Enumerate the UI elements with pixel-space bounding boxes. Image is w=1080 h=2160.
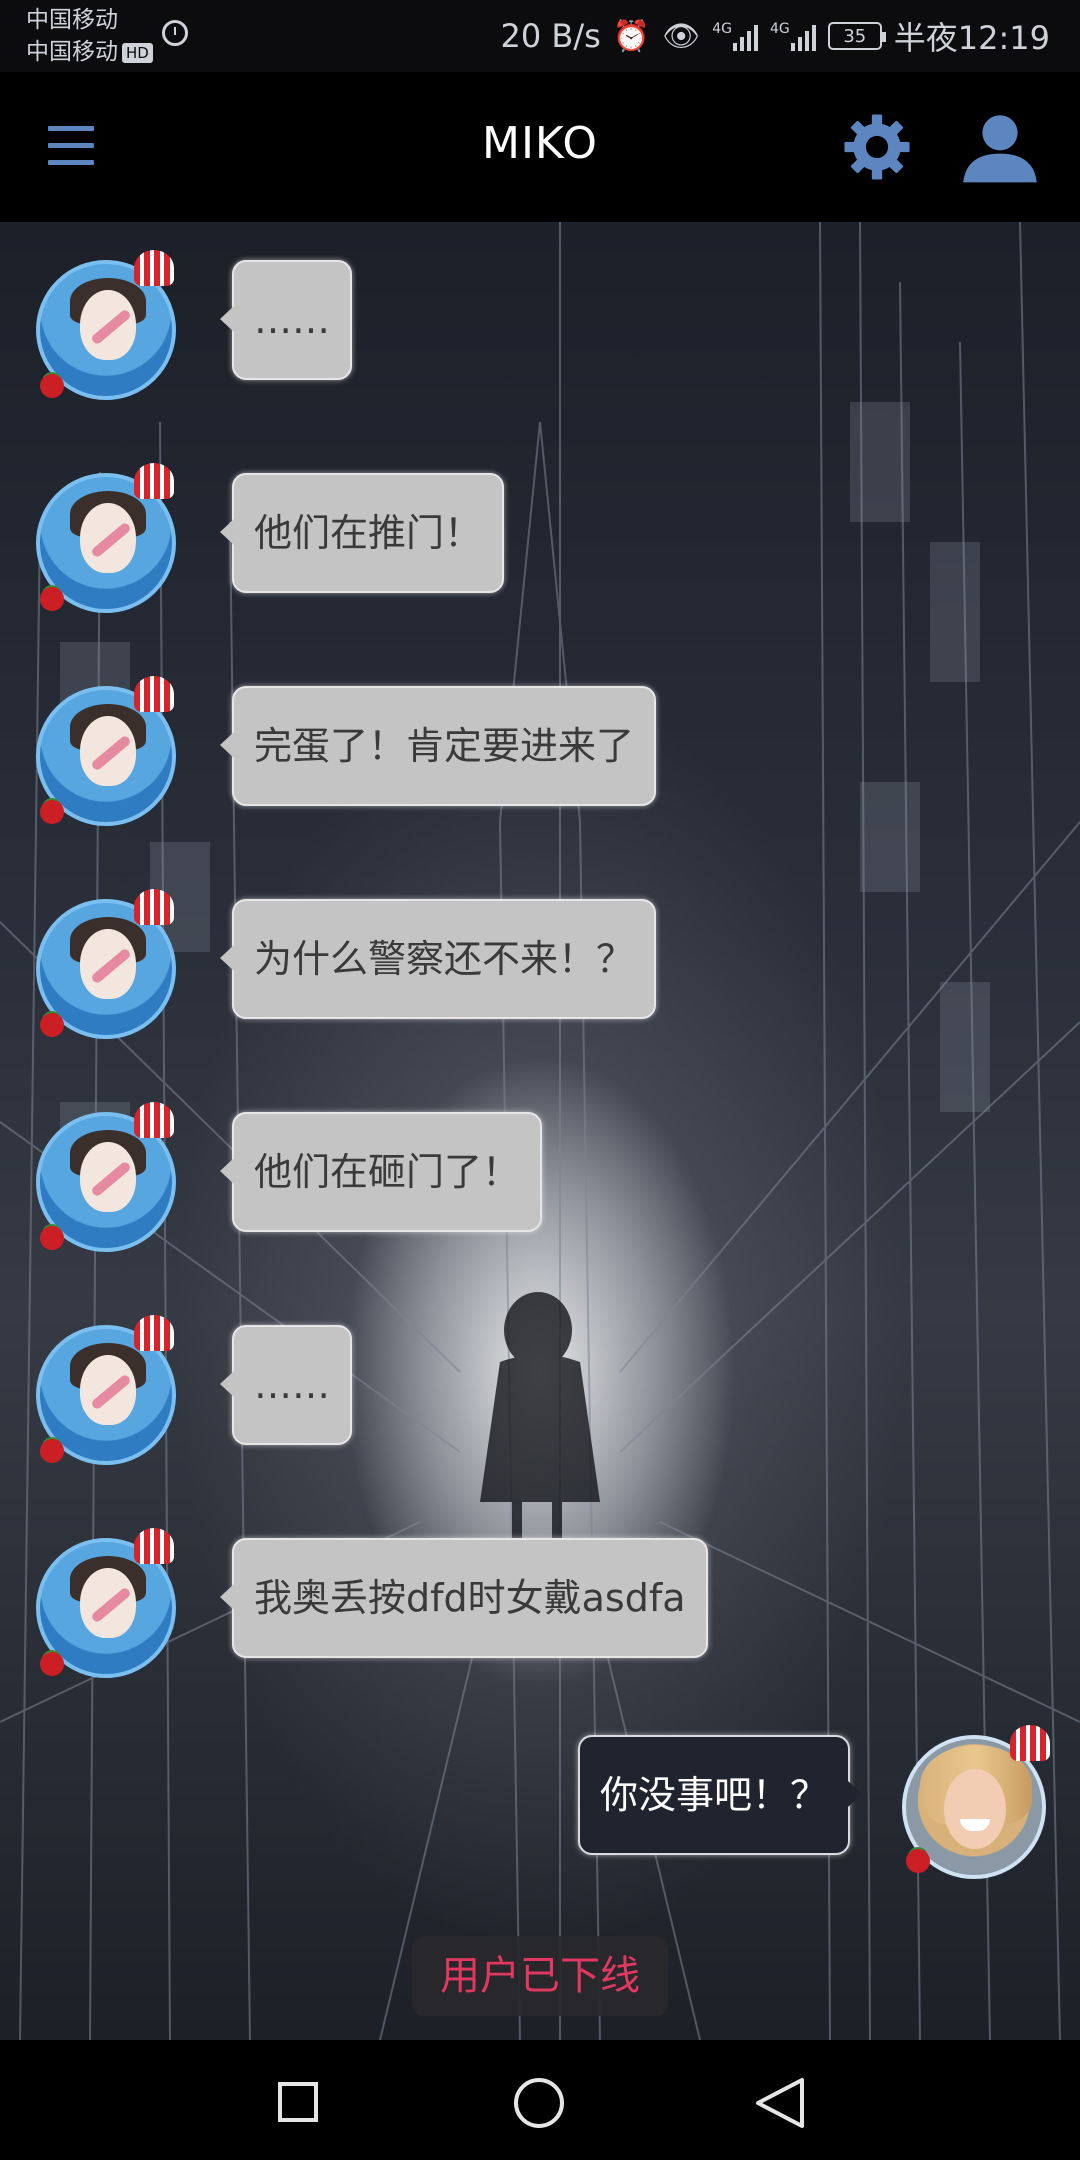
strawberry-icon: [40, 1439, 64, 1463]
offline-notice: 用户已下线: [412, 1936, 668, 2016]
strawberry-icon: [40, 800, 64, 824]
user-icon[interactable]: [960, 112, 1040, 184]
cake-decoration-icon: [1010, 1725, 1050, 1761]
status-bar: 中国移动 中国移动 HD 20 B/s ⏰ 👁 4G 4G 35 半夜12:19: [0, 0, 1080, 72]
status-indicators: 20 B/s ⏰ 👁 4G 4G 35 半夜12:19: [500, 14, 1050, 58]
back-icon[interactable]: [752, 2076, 808, 2130]
chat-area[interactable]: …… 他们在推门！ 完蛋了！肯定要进来了 为什么警察还不来！？ 他们在砸门了！ …… 我奥丢…: [0, 222, 1080, 2040]
cake-decoration-icon: [134, 1102, 174, 1138]
incoming-message-bubble[interactable]: 为什么警察还不来！？: [219, 899, 657, 1019]
carrier-info: 中国移动 中国移动 HD: [26, 4, 153, 68]
strawberry-icon: [40, 374, 64, 398]
signal-label-2: 4G: [770, 21, 790, 37]
message-row: 完蛋了！肯定要进来了: [0, 664, 1080, 826]
outgoing-message-bubble[interactable]: 你没事吧！？: [577, 1735, 863, 1855]
recent-apps-icon[interactable]: [278, 2082, 318, 2122]
page-title: MIKO: [481, 118, 599, 169]
message-row: 为什么警察还不来！？: [0, 877, 1080, 1039]
battery-level: 35: [843, 25, 867, 47]
message-row: 他们在推门！: [0, 451, 1080, 613]
home-icon[interactable]: [514, 2078, 564, 2128]
carrier-1: 中国移动: [26, 7, 118, 33]
message-row: 你没事吧！？: [0, 1725, 1080, 1889]
strawberry-icon: [40, 1013, 64, 1037]
incoming-message-bubble[interactable]: ……: [220, 1325, 352, 1445]
app-bar: MIKO: [0, 72, 1080, 222]
message-row: 他们在砸门了！: [0, 1090, 1080, 1252]
cake-decoration-icon: [134, 889, 174, 925]
carrier-2: 中国移动: [26, 39, 118, 65]
cake-decoration-icon: [134, 250, 174, 286]
incoming-message-bubble[interactable]: 他们在推门！: [219, 473, 505, 593]
battery-icon: 35: [827, 22, 886, 50]
strawberry-icon: [40, 1652, 64, 1676]
message-row: 我奥丢按dfd时女戴asdfa: [0, 1516, 1080, 1678]
incoming-message-bubble[interactable]: 完蛋了！肯定要进来了: [219, 686, 657, 806]
message-row: ……: [0, 1303, 1080, 1465]
signal-label: 4G: [712, 21, 732, 37]
hd-badge: HD: [122, 42, 153, 63]
strawberry-icon: [40, 1226, 64, 1250]
net-speed: 20 B/s: [500, 17, 601, 55]
incoming-message-bubble[interactable]: ……: [220, 260, 352, 380]
alarm-icon: ⏰: [612, 18, 651, 54]
message-row: ……: [0, 238, 1080, 400]
signal-icon: 4G: [712, 21, 758, 51]
cake-decoration-icon: [134, 463, 174, 499]
gear-icon[interactable]: [840, 110, 914, 184]
strawberry-icon: [906, 1849, 930, 1873]
signal-icon-2: 4G: [770, 21, 816, 51]
clock: 半夜12:19: [893, 19, 1050, 57]
cake-decoration-icon: [134, 1315, 174, 1351]
strawberry-icon: [40, 587, 64, 611]
navigation-bar: [0, 2040, 1080, 2160]
stopwatch-icon: [162, 20, 188, 46]
incoming-message-bubble[interactable]: 我奥丢按dfd时女戴asdfa: [220, 1538, 708, 1658]
eye-icon: 👁: [662, 18, 701, 54]
cake-decoration-icon: [134, 676, 174, 712]
cake-decoration-icon: [134, 1528, 174, 1564]
incoming-message-bubble[interactable]: 他们在砸门了！: [219, 1112, 543, 1232]
carrier-2-row: 中国移动 HD: [26, 36, 153, 68]
